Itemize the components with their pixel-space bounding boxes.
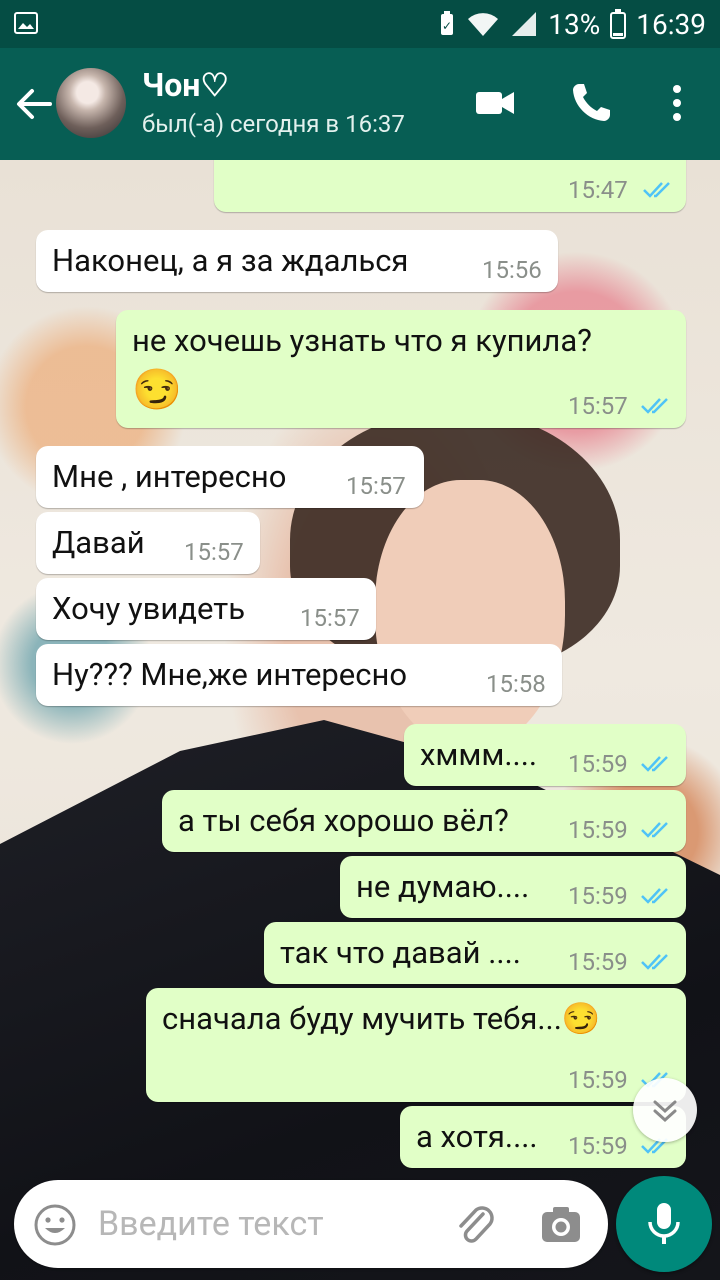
contact-name[interactable]: Чон♡ — [142, 66, 229, 104]
message-time: 15:57 — [346, 472, 406, 500]
clock: 16:39 — [636, 7, 706, 41]
battery-icon — [610, 9, 627, 39]
chat-area[interactable]: 15:47 Наконец, а я за ждалься 15:56 не х… — [0, 160, 720, 1280]
voice-message-button[interactable] — [616, 1176, 712, 1272]
message-bubble-outgoing[interactable]: так что давай .... 15:59 — [264, 922, 686, 984]
read-ticks-icon — [641, 398, 668, 414]
message-compose-bar: Введите текст — [14, 1180, 608, 1268]
chat-header: Чон♡ был(-а) сегодня в 16:37 — [0, 48, 720, 160]
message-text: Хочу увидеть — [52, 590, 246, 627]
status-bar: ✓ 13% 16:39 — [0, 0, 720, 48]
message-text: хммм.... — [420, 736, 538, 773]
svg-text:✓: ✓ — [442, 19, 452, 33]
message-time: 15:59 — [568, 1132, 628, 1160]
message-time: 15:59 — [568, 816, 628, 844]
message-text: а хотя.... — [416, 1118, 538, 1155]
message-time: 15:57 — [300, 604, 360, 632]
message-bubble-outgoing[interactable]: не думаю.... 15:59 — [340, 856, 686, 918]
smirk-emoji: 😏 — [132, 366, 182, 413]
message-text: Ну??? Мне,же интересно — [52, 656, 408, 693]
paperclip-icon[interactable] — [450, 1200, 500, 1250]
wallpaper-face — [375, 480, 565, 750]
message-time: 15:57 — [568, 392, 628, 420]
message-time: 15:58 — [486, 670, 546, 698]
message-text: Наконец, а я за ждалься — [52, 242, 409, 279]
message-time: 15:59 — [568, 948, 628, 976]
message-text: а ты себя хорошо вёл? — [178, 802, 509, 839]
camera-icon[interactable] — [536, 1200, 586, 1250]
emoji-icon[interactable] — [32, 1202, 78, 1248]
gallery-notification-icon — [14, 12, 38, 34]
message-time: 15:59 — [568, 882, 628, 910]
signal-icon — [512, 12, 537, 36]
avatar[interactable] — [56, 68, 126, 138]
message-bubble-incoming[interactable]: Хочу увидеть 15:57 — [36, 578, 376, 640]
message-bubble-incoming[interactable]: Наконец, а я за ждалься 15:56 — [36, 230, 558, 292]
message-text: Давай — [52, 524, 145, 561]
microphone-icon — [648, 1203, 680, 1244]
message-bubble-outgoing[interactable]: 15:47 — [214, 160, 686, 212]
read-ticks-icon — [643, 182, 670, 198]
message-bubble-incoming[interactable]: Мне , интересно 15:57 — [36, 446, 424, 508]
message-time: 15:56 — [482, 256, 542, 284]
read-ticks-icon — [641, 954, 668, 970]
message-text: Мне , интересно — [52, 458, 287, 495]
message-bubble-outgoing[interactable]: сначала буду мучить тебя...😏 15:59 — [146, 988, 686, 1102]
message-bubble-incoming[interactable]: Давай 15:57 — [36, 512, 260, 574]
message-text: не хочешь узнать что я купила? — [132, 322, 592, 359]
chevron-double-down-icon — [653, 1100, 677, 1123]
message-time: 15:57 — [184, 538, 244, 566]
scroll-to-bottom-button[interactable] — [633, 1078, 697, 1142]
read-ticks-icon — [641, 888, 668, 904]
message-time: 15:59 — [568, 750, 628, 778]
more-vert-icon[interactable] — [652, 78, 702, 128]
message-bubble-outgoing[interactable]: хммм.... 15:59 — [404, 724, 686, 786]
wifi-icon — [468, 13, 499, 36]
message-text: сначала буду мучить тебя...😏 — [162, 1000, 601, 1037]
phone-icon[interactable] — [566, 78, 616, 128]
read-ticks-icon — [641, 756, 668, 772]
read-ticks-icon — [641, 822, 668, 838]
battery-percent: 13% — [548, 7, 601, 41]
message-input[interactable]: Введите текст — [98, 1204, 324, 1244]
message-bubble-outgoing[interactable]: не хочешь узнать что я купила? 😏 15:57 — [116, 310, 686, 428]
message-bubble-incoming[interactable]: Ну??? Мне,же интересно 15:58 — [36, 644, 562, 706]
message-text: не думаю.... — [356, 868, 530, 905]
arrow-left-icon[interactable] — [12, 82, 56, 126]
message-time: 15:59 — [568, 1066, 628, 1094]
last-seen-status: был(-а) сегодня в 16:37 — [142, 110, 405, 138]
video-camera-icon[interactable] — [470, 78, 520, 128]
message-time: 15:47 — [568, 176, 628, 204]
battery-saver-icon: ✓ — [441, 11, 454, 35]
message-bubble-outgoing[interactable]: а ты себя хорошо вёл? 15:59 — [162, 790, 686, 852]
message-text: так что давай .... — [280, 934, 521, 971]
